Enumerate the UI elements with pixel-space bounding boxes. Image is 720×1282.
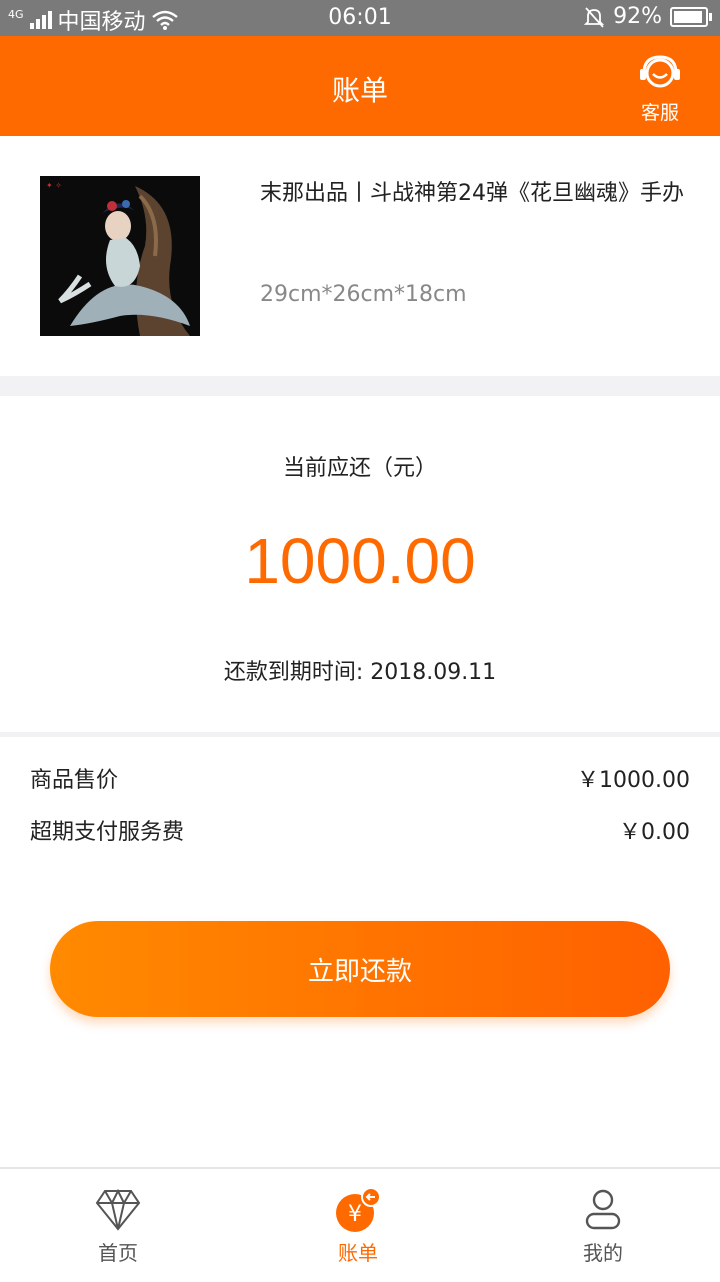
due-date: 还款到期时间: 2018.09.11 [223, 660, 497, 685]
product-card[interactable]: ✦ ✧ 末那出品丨斗战神第24弹《花旦幽魂》手办 29cm*26cm*18cm [0, 136, 720, 376]
fee-value: ￥1000.00 [577, 768, 690, 793]
tab-label: 首页 [98, 1241, 138, 1265]
section-separator [0, 376, 720, 396]
due-summary: 当前应还（元） 1000.00 还款到期时间: 2018.09.11 [0, 396, 720, 732]
page-title: 账单 [331, 74, 388, 107]
svg-text:✦ ✧: ✦ ✧ [46, 181, 62, 190]
mute-bell-icon [583, 6, 605, 28]
svg-text:¥: ¥ [348, 1202, 362, 1227]
status-right: 92% [583, 4, 712, 29]
tab-label: 我的 [583, 1241, 623, 1265]
battery-icon [670, 6, 712, 27]
battery-fill [674, 10, 702, 23]
tab-mine[interactable]: 我的 [543, 1187, 663, 1266]
status-bar: 4G 中国移动 06:01 92% [0, 0, 720, 36]
repay-now-button[interactable]: 立即还款 [50, 921, 670, 1017]
fee-value: ￥0.00 [619, 820, 690, 845]
fee-label: 商品售价 [30, 768, 119, 793]
title-bar: 账单 客服 [0, 36, 720, 136]
product-image: ✦ ✧ [40, 176, 200, 336]
diamond-icon [95, 1189, 141, 1231]
fee-row-overdue: 超期支付服务费 ￥0.00 [30, 814, 690, 846]
due-amount: 1000.00 [244, 525, 476, 597]
product-size: 29cm*26cm*18cm [260, 282, 467, 307]
fee-row-price: 商品售价 ￥1000.00 [30, 762, 690, 794]
customer-service-label: 客服 [640, 102, 679, 124]
customer-service-button[interactable]: 客服 [630, 54, 690, 125]
bottom-tab-bar: 首页 ¥ 账单 我的 [0, 1167, 720, 1282]
fee-label: 超期支付服务费 [30, 820, 185, 845]
tab-label: 账单 [338, 1241, 378, 1265]
user-icon [585, 1189, 621, 1230]
section-divider [0, 732, 720, 737]
battery-percent: 92% [613, 4, 662, 29]
tab-bill[interactable]: ¥ 账单 [298, 1187, 418, 1266]
yen-bill-icon: ¥ [336, 1187, 381, 1232]
tab-home[interactable]: 首页 [58, 1187, 178, 1266]
due-label: 当前应还（元） [282, 456, 437, 481]
product-title: 末那出品丨斗战神第24弹《花旦幽魂》手办 [260, 181, 684, 206]
headset-icon [640, 55, 680, 88]
